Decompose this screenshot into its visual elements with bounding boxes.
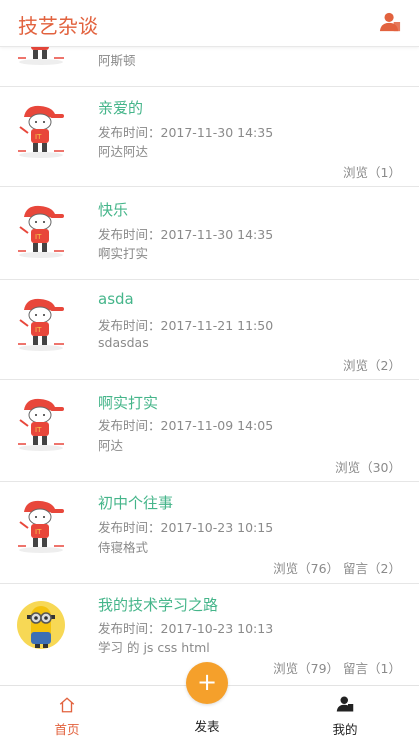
post-summary: 阿达阿达 bbox=[98, 144, 149, 159]
post-title[interactable]: 啊实打实 bbox=[98, 392, 158, 413]
post-stats: 浏览（76） 留言（2） bbox=[273, 561, 401, 576]
tab-mine-label: 我的 bbox=[332, 722, 358, 737]
user-icon bbox=[336, 695, 354, 712]
cartoon-boy-avatar bbox=[14, 296, 68, 354]
minion-avatar bbox=[14, 596, 68, 654]
list-item[interactable]: 啊实打实 发布时间：2017-11-09 14:05 阿达 浏览（30） bbox=[0, 380, 419, 482]
post-time: 发布时间：2017-11-21 11:50 bbox=[98, 318, 274, 333]
post-time: 发布时间：2017-11-30 14:35 bbox=[98, 227, 274, 242]
post-title[interactable]: 亲爱的 bbox=[98, 97, 143, 118]
cartoon-boy-avatar bbox=[14, 396, 68, 454]
list-item[interactable]: 初中个往事 发布时间：2017-10-23 10:15 侍寝格式 浏览（76） … bbox=[0, 482, 419, 584]
post-time: 发布时间：2017-11-30 14:35 bbox=[98, 125, 274, 140]
post-stats: 浏览（79） 留言（1） bbox=[273, 661, 401, 676]
post-summary: sdasdas bbox=[98, 335, 149, 350]
app-header: 技艺杂谈 bbox=[0, 0, 419, 47]
tab-mine[interactable]: 我的 bbox=[295, 686, 395, 738]
post-title[interactable]: 我的技术学习之路 bbox=[98, 594, 218, 615]
post-summary: 学习 的 js css html bbox=[98, 640, 210, 655]
post-stats: 浏览（30） bbox=[335, 460, 401, 475]
tab-home[interactable]: 首页 bbox=[17, 686, 117, 738]
post-summary: 啊实打实 bbox=[98, 246, 149, 261]
post-stats: 浏览（1） bbox=[343, 165, 401, 180]
post-list: 阿斯顿 亲爱的 发布时间：2017-11-30 14:35 阿达阿达 浏览（1）… bbox=[0, 0, 419, 685]
post-stats: 浏览（2） bbox=[343, 358, 401, 373]
publish-button[interactable]: + bbox=[186, 662, 228, 704]
post-summary: 阿斯顿 bbox=[98, 53, 136, 68]
post-time: 发布时间：2017-11-09 14:05 bbox=[98, 418, 274, 433]
post-title[interactable]: 快乐 bbox=[98, 199, 128, 220]
list-item[interactable]: 快乐 发布时间：2017-11-30 14:35 啊实打实 bbox=[0, 187, 419, 280]
home-icon bbox=[59, 697, 75, 713]
post-summary: 侍寝格式 bbox=[98, 540, 149, 555]
cartoon-boy-avatar bbox=[14, 203, 68, 261]
post-summary: 阿达 bbox=[98, 438, 124, 453]
list-item[interactable]: 亲爱的 发布时间：2017-11-30 14:35 阿达阿达 浏览（1） bbox=[0, 87, 419, 187]
list-item[interactable]: asda 发布时间：2017-11-21 11:50 sdasdas 浏览（2） bbox=[0, 280, 419, 380]
publish-label[interactable]: 发表 bbox=[170, 716, 244, 735]
app-title: 技艺杂谈 bbox=[18, 14, 98, 38]
plus-icon: + bbox=[196, 668, 218, 696]
post-title[interactable]: asda bbox=[98, 290, 134, 308]
user-icon[interactable] bbox=[379, 11, 401, 33]
post-time: 发布时间：2017-10-23 10:13 bbox=[98, 621, 274, 636]
post-time: 发布时间：2017-10-23 10:15 bbox=[98, 520, 274, 535]
post-title[interactable]: 初中个往事 bbox=[98, 492, 173, 513]
cartoon-boy-avatar bbox=[14, 498, 68, 556]
cartoon-boy-avatar bbox=[14, 103, 68, 161]
tab-home-label: 首页 bbox=[54, 722, 80, 737]
